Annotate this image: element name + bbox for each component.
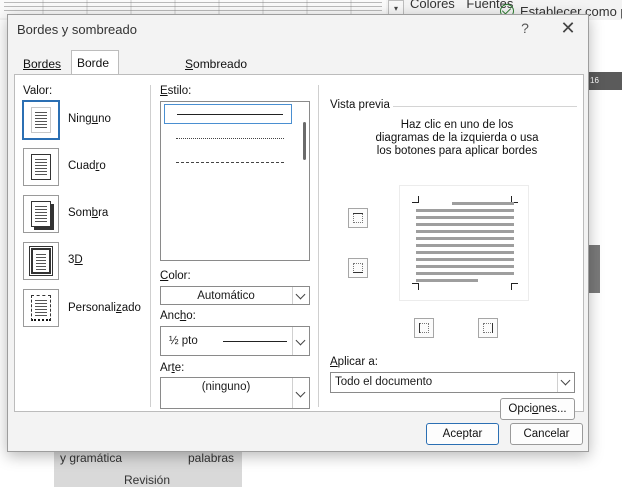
- corner-mark: [412, 283, 419, 290]
- apply-to-value: Todo el documento: [335, 376, 433, 388]
- document-area-right: 16: [588, 20, 622, 487]
- color-dropdown[interactable]: Automático: [160, 286, 310, 305]
- setting-none-button[interactable]: [22, 100, 60, 140]
- width-sample-line: [223, 341, 287, 342]
- tab-borde-de-pagina[interactable]: Borde de página: [71, 50, 120, 120]
- page-3d-icon: [29, 246, 53, 276]
- preview-divider: [393, 106, 577, 107]
- setting-shadow-button[interactable]: [23, 195, 59, 233]
- scroll-bar-background: [588, 245, 600, 293]
- page-custom-icon: [31, 295, 51, 321]
- preview-text-line: [416, 230, 514, 233]
- ribbon-colors-button[interactable]: Colores: [410, 0, 455, 11]
- border-left-icon: [419, 323, 429, 333]
- page-none-icon: [31, 107, 51, 133]
- style-option-dash-dot-dot[interactable]: [164, 224, 292, 244]
- preview-text-line: [416, 223, 514, 226]
- spelling-grammar-label[interactable]: y gramática: [60, 451, 122, 465]
- style-option-solid[interactable]: [164, 104, 292, 124]
- width-dropdown[interactable]: ½ pto: [160, 326, 310, 356]
- word-count-label[interactable]: palabras: [188, 451, 234, 465]
- style-option-dotted[interactable]: [164, 128, 292, 148]
- cancel-button[interactable]: Cancelar: [510, 423, 583, 445]
- setting-box-label[interactable]: Cuadro: [68, 160, 106, 172]
- tab-sombreado[interactable]: Sombreado: [180, 53, 252, 75]
- art-value: (ninguno): [201, 381, 251, 393]
- style-list-scrollbar[interactable]: [303, 122, 306, 160]
- preview-text-line: [416, 265, 514, 268]
- border-right-button[interactable]: [478, 318, 498, 338]
- preview-title: Vista previa: [330, 99, 390, 111]
- preview-text-line: [416, 216, 514, 219]
- corner-mark: [511, 283, 518, 290]
- review-group-label: Revisión: [124, 473, 171, 487]
- border-left-button[interactable]: [414, 318, 434, 338]
- column-separator: [318, 85, 319, 407]
- setting-3d-button[interactable]: [23, 242, 59, 280]
- chevron-down-icon[interactable]: [292, 287, 309, 304]
- chevron-down-icon[interactable]: [292, 327, 309, 355]
- page-box-icon: [31, 154, 51, 180]
- apply-to-label: Aplicar a:: [330, 356, 378, 368]
- preview-text-line: [416, 237, 514, 240]
- setting-custom-button[interactable]: [23, 289, 59, 327]
- arte-label: Arte:: [160, 362, 185, 374]
- preview-text-line: [416, 258, 514, 261]
- preview-text-line: [416, 251, 514, 254]
- preview-text-line: [416, 209, 514, 212]
- preview-page[interactable]: [399, 185, 529, 301]
- chevron-down-icon[interactable]: [292, 378, 309, 408]
- tab-bordes[interactable]: Bordes: [18, 53, 66, 75]
- color-label: Color:: [160, 270, 191, 282]
- preview-text-line: [452, 202, 514, 205]
- estilo-label: Estilo:: [160, 85, 192, 97]
- close-icon[interactable]: ✕: [557, 17, 579, 39]
- preview-text-line: [416, 244, 514, 247]
- ribbon-colors-fonts[interactable]: Colores Fuentes: [410, 0, 513, 11]
- page-shadow-icon: [31, 201, 51, 227]
- corner-mark: [412, 196, 419, 203]
- dialog-title: Bordes y sombreado: [17, 22, 137, 37]
- help-button[interactable]: ?: [517, 20, 533, 36]
- border-bottom-button[interactable]: [348, 258, 368, 278]
- options-button[interactable]: Opciones...: [500, 398, 575, 420]
- setting-shadow-label[interactable]: Sombra: [68, 207, 108, 219]
- apply-to-dropdown[interactable]: Todo el documento: [330, 372, 575, 393]
- border-top-button[interactable]: [348, 208, 368, 228]
- width-value: ½ pto: [169, 335, 198, 347]
- chevron-down-icon[interactable]: [557, 373, 574, 392]
- preview-text-line: [416, 279, 478, 282]
- borders-shading-dialog: Bordes y sombreado ? ✕ Bordes Borde de p…: [7, 14, 589, 452]
- setting-custom-label[interactable]: Personalizado: [68, 302, 141, 314]
- preview-instructions: Haz clic en uno de los diagramas de la i…: [375, 119, 539, 157]
- border-top-icon: [353, 213, 363, 223]
- ruler-label: 16: [588, 72, 622, 90]
- preview-text-line: [416, 272, 514, 275]
- setting-box-button[interactable]: [23, 148, 59, 186]
- accept-button[interactable]: Aceptar: [426, 423, 499, 445]
- ancho-label: Ancho:: [160, 310, 196, 322]
- setting-none-label[interactable]: Ninguno: [68, 113, 111, 125]
- style-list[interactable]: [160, 101, 310, 261]
- style-option-dashed-short[interactable]: [164, 152, 292, 172]
- color-value: Automático: [197, 290, 255, 302]
- valor-label: Valor:: [23, 85, 53, 97]
- column-separator: [150, 85, 151, 407]
- style-option-dash-dot[interactable]: [164, 200, 292, 220]
- setting-3d-label[interactable]: 3D: [68, 254, 83, 266]
- page-border-panel: Valor: Ninguno Cuadro Sombra 3D Personal…: [14, 74, 584, 420]
- style-option-dashed[interactable]: [164, 176, 292, 196]
- art-dropdown[interactable]: (ninguno): [160, 377, 310, 409]
